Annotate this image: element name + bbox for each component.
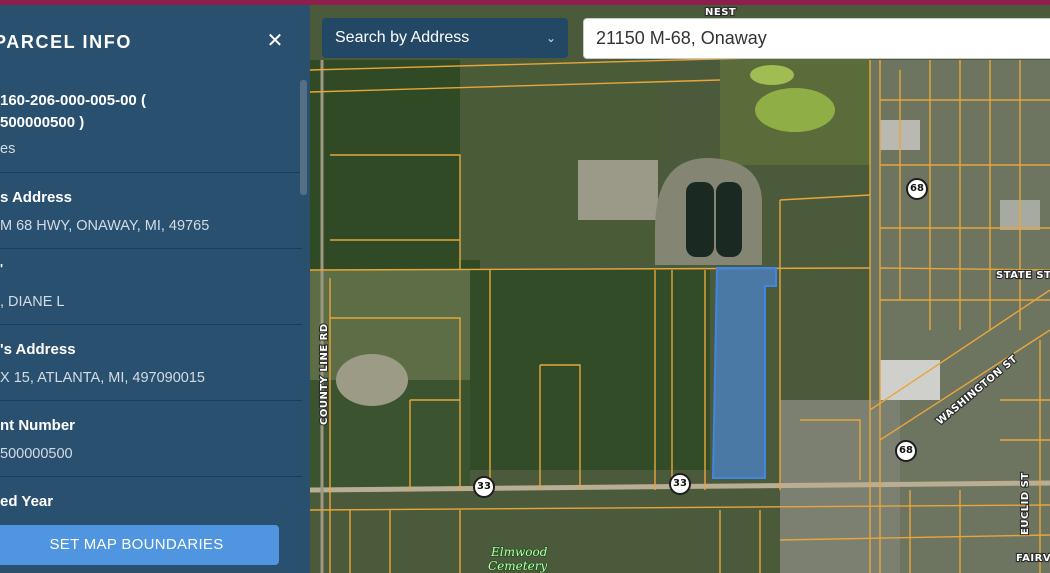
panel-title: PARCEL INFO xyxy=(0,32,132,52)
map-label-county-line-rd: COUNTY LINE RD xyxy=(319,323,330,425)
route-68-shield-north: 68 xyxy=(906,178,928,200)
parcel-field-account-number: nt Number 500000500 xyxy=(0,401,302,477)
map-label-nest: NEST xyxy=(705,7,736,18)
parcel-field-owner-address: 's Address X 15, ATLANTA, MI, 497090015 xyxy=(0,325,302,401)
wetland-pond xyxy=(755,88,835,132)
owner-address-label: 's Address xyxy=(0,341,76,358)
map-label-state-st: STATE ST xyxy=(996,270,1050,281)
parcel-number-line-2: 500000500 ) xyxy=(0,114,85,131)
parcel-info-panel: PARCEL INFO ✕ 160-206-000-005-00 ( 50000… xyxy=(0,5,310,573)
treatment-plant-yard xyxy=(578,160,658,220)
year-label: ed Year xyxy=(0,493,54,510)
map-label-fairv: FAIRV xyxy=(1016,553,1050,564)
parcel-field-number: 160-206-000-005-00 ( 500000500 ) es xyxy=(0,75,302,173)
route-33-shield-east: 33 xyxy=(669,473,691,495)
address-label: s Address xyxy=(0,189,72,206)
parcel-number-extra: es xyxy=(0,141,16,157)
building xyxy=(880,360,940,400)
chevron-down-icon: ⌄ xyxy=(545,31,556,45)
route-68-shield-south: 68 xyxy=(895,440,917,462)
search-mode-label: Search by Address xyxy=(335,29,470,46)
forest-central xyxy=(470,270,710,470)
route-33-shield-west: 33 xyxy=(473,476,495,498)
parcel-field-year: ed Year xyxy=(0,477,302,525)
lagoon-2 xyxy=(716,182,742,257)
map-label-cemetery: Cemetery xyxy=(488,559,547,573)
top-accent-bar xyxy=(0,0,1050,5)
wetland-pond-2 xyxy=(750,65,794,85)
parcel-field-address: s Address M 68 HWY, ONAWAY, MI, 49765 xyxy=(0,173,302,249)
owner-label-mark: ' xyxy=(0,261,4,276)
parcel-field-owner: ' , DIANE L xyxy=(0,249,302,325)
owner-address-value: X 15, ATLANTA, MI, 497090015 xyxy=(0,370,205,386)
map-label-elmwood: Elmwood xyxy=(490,545,548,559)
set-map-boundaries-button[interactable]: SET MAP BOUNDARIES xyxy=(0,525,279,565)
search-mode-dropdown[interactable]: Search by Address ⌄ xyxy=(322,18,568,58)
account-number-value: 500000500 xyxy=(0,446,73,462)
address-value: M 68 HWY, ONAWAY, MI, 49765 xyxy=(0,218,210,234)
parcel-number-line-1: 160-206-000-005-00 ( xyxy=(0,92,146,109)
panel-scrollbar[interactable] xyxy=(300,80,307,195)
map-label-euclid-st: EUCLID ST xyxy=(1020,472,1031,535)
owner-value: , DIANE L xyxy=(0,294,65,310)
clearing xyxy=(336,354,408,406)
address-search-input[interactable] xyxy=(583,18,1050,59)
close-icon[interactable]: ✕ xyxy=(264,29,286,51)
lagoon-1 xyxy=(686,182,714,257)
account-number-label: nt Number xyxy=(0,417,75,434)
